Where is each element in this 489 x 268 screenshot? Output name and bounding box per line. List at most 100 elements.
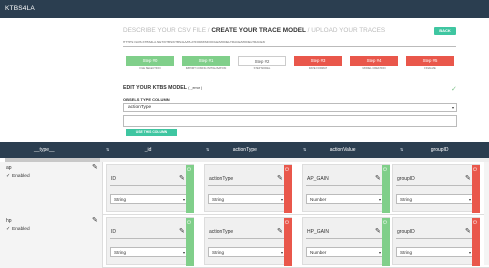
step-5-label: Step #5 [406,56,454,66]
field-type-value: String [212,250,225,255]
enabled-checkbox[interactable]: ✓ Enabled [6,227,30,232]
edit-model-title-text: EDIT YOUR KTBS MODEL [123,85,187,91]
step-3[interactable]: Step #3 DATE FORMAT [294,56,342,70]
col-actionvalue-label: actionValue [329,147,356,153]
field-type-select[interactable]: Number ▾ [306,247,384,257]
heading-step-describe[interactable]: DESCRIBE YOUR CSV FILE / [123,27,211,34]
step-1[interactable]: Step #1 IMPORT CONFIG INITIALISATION [182,56,230,70]
col-actionvalue-header[interactable]: ⇅ actionValue [303,142,356,158]
field-flag-toggle[interactable]: ⏻ [284,165,292,213]
field-name[interactable]: groupID [397,229,415,235]
field-flag-toggle[interactable]: ⏻ [472,218,480,266]
field-name[interactable]: actionType [209,176,233,182]
pencil-icon[interactable]: ✎ [92,216,98,224]
step-2[interactable]: Step #2 STEP MODEL [238,56,286,70]
field-type-select[interactable]: Number ▾ [306,194,384,204]
step-5[interactable]: Step #5 FINALIZE [406,56,454,70]
field-flag-toggle[interactable]: ⏻ [186,165,194,213]
field-card: AP_GAIN ✎ Number ▾ ⏻ [302,164,390,213]
check-icon: ✓ [451,86,457,93]
chevron-down-icon: ▾ [182,197,185,202]
type-cell: ap ✎ ✓ Enabled [0,162,103,215]
chevron-down-icon: ▾ [280,197,283,202]
field-card: ID ✎ String ▾ ⏻ [106,164,194,213]
checkbox-icon: ✓ [6,174,11,179]
heading-step-create: CREATE YOUR TRACE MODEL [211,27,306,34]
power-icon: ⏻ [473,220,477,226]
power-icon: ⏻ [383,167,387,173]
table-row: hp ✎ ✓ Enabled ID ✎ String ▾ ⏻ actionType … [0,215,489,268]
step-progress: Step #0 FILE SELECTION Step #1 IMPORT CO… [126,56,456,76]
field-name[interactable]: ID [111,176,116,182]
field-flag-toggle[interactable]: ⏻ [284,218,292,266]
app-title: KTBS4LA [5,5,35,12]
field-underline [208,185,286,186]
table-row: ap ✎ ✓ Enabled ID ✎ String ▾ ⏻ actionType … [0,162,489,215]
col-groupid-header[interactable]: ⇅ groupID [400,142,449,158]
back-button[interactable]: BACK [434,27,456,35]
step-0[interactable]: Step #0 FILE SELECTION [126,56,174,70]
field-underline [396,238,474,239]
obsel-type-select[interactable]: actionType ▾ [123,103,457,112]
step-2-label: Step #2 [238,56,286,66]
col-type-label: __type__ [34,147,55,153]
checkbox-icon: ✓ [6,227,11,232]
obsel-type-name: hp [6,218,12,224]
pencil-icon[interactable]: ✎ [179,174,185,182]
enabled-checkbox[interactable]: ✓ Enabled [6,174,30,179]
field-type-select[interactable]: String ▾ [208,194,286,204]
step-3-sub: DATE FORMAT [308,67,328,70]
pencil-icon[interactable]: ✎ [179,227,185,235]
type-cell: hp ✎ ✓ Enabled [0,215,103,268]
step-5-sub: FINALIZE [424,67,436,70]
field-type-select[interactable]: String ▾ [396,247,474,257]
field-flag-toggle[interactable]: ⏻ [186,218,194,266]
chevron-down-icon: ▾ [451,105,454,110]
field-flag-toggle[interactable]: ⏻ [382,218,390,266]
chevron-down-icon: ▾ [378,250,381,255]
field-card: groupID ✎ String ▾ ⏻ [392,217,480,266]
field-type-select[interactable]: String ▾ [396,194,474,204]
step-4[interactable]: Step #4 MODEL CREATION [350,56,398,70]
pencil-icon[interactable]: ✎ [375,174,381,182]
field-underline [110,185,188,186]
field-name[interactable]: groupID [397,176,415,182]
step-1-label: Step #1 [182,56,230,66]
table-header: __type__ ⇅ _id ⇅ actionType ⇅ actionValu… [0,142,489,158]
app-title-bar: KTBS4LA [0,0,489,18]
step-0-sub: FILE SELECTION [139,67,161,70]
obsel-type-list[interactable] [123,115,457,127]
field-flag-toggle[interactable]: ⏻ [472,165,480,213]
field-type-value: String [114,197,127,202]
field-name[interactable]: AP_GAIN [307,176,329,182]
field-name[interactable]: HP_GAIN [307,229,329,235]
col-actiontype-header[interactable]: ⇅ actionType [206,142,257,158]
power-icon: ⏻ [187,167,191,173]
field-flag-toggle[interactable]: ⏻ [382,165,390,213]
heading-step-upload[interactable]: / UPLOAD YOUR TRACES [306,27,386,34]
vertical-scrollbar[interactable] [484,162,489,265]
pencil-icon[interactable]: ✎ [465,227,471,235]
field-name[interactable]: actionType [209,229,233,235]
field-type-value: Number [310,250,327,255]
field-type-value: String [400,250,413,255]
field-name[interactable]: ID [111,229,116,235]
pencil-icon[interactable]: ✎ [277,174,283,182]
chevron-down-icon: ▾ [182,250,185,255]
field-type-select[interactable]: String ▾ [110,247,188,257]
enabled-label: Enabled [12,227,30,232]
col-id-header[interactable]: ⇅ _id [106,142,151,158]
pencil-icon[interactable]: ✎ [465,174,471,182]
pencil-icon[interactable]: ✎ [375,227,381,235]
field-type-select[interactable]: String ▾ [208,247,286,257]
use-column-button[interactable]: USE THIS COLUMN [126,129,177,136]
field-type-select[interactable]: String ▾ [110,194,188,204]
power-icon: ⏻ [285,167,289,173]
pencil-icon[interactable]: ✎ [92,163,98,171]
field-card: ID ✎ String ▾ ⏻ [106,217,194,266]
pencil-icon[interactable]: ✎ [277,227,283,235]
col-type-header[interactable]: __type__ [34,142,55,158]
field-card: groupID ✎ String ▾ ⏻ [392,164,480,213]
field-underline [396,185,474,186]
power-icon: ⏻ [187,220,191,226]
